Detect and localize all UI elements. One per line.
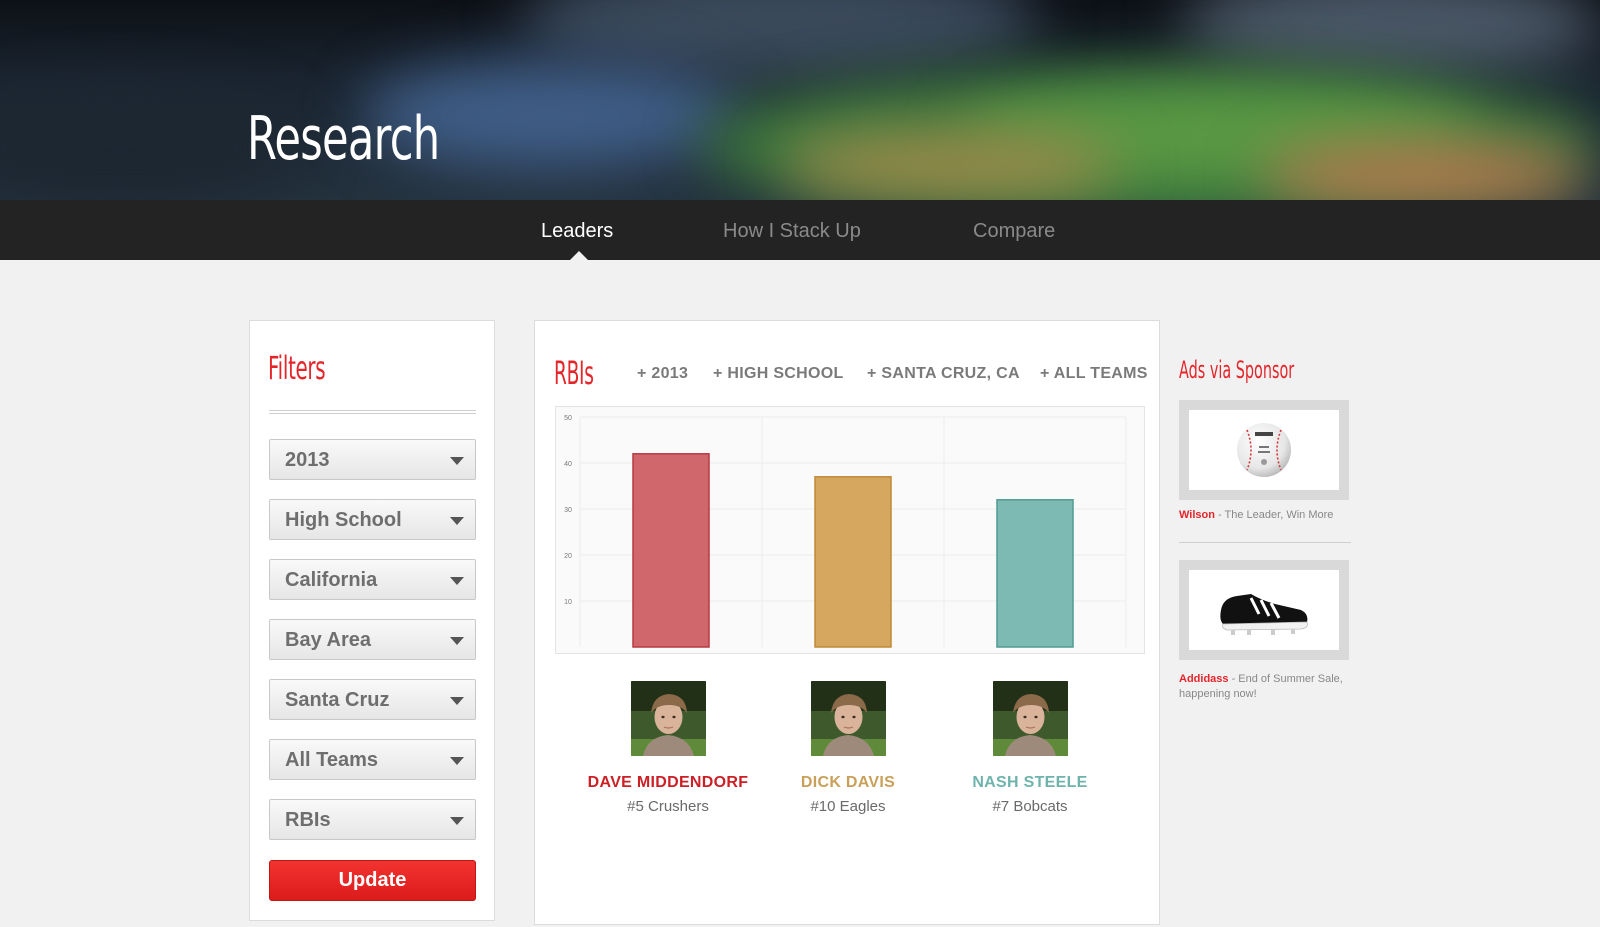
player-photo [810,681,886,756]
ad-wilson-caption[interactable]: Wilson - The Leader, Win More [1179,508,1351,523]
select-city-value: Santa Cruz [285,689,390,711]
select-stat-value: RBIs [285,809,331,831]
chevron-down-icon [450,637,464,645]
player-name[interactable]: NASH STEELE [930,774,1130,792]
player-card[interactable]: DICK DAVIS #10 Eagles [748,681,948,815]
chart-y-tick-label: 50 [564,415,572,422]
chevron-down-icon [450,517,464,525]
ad-addidass[interactable] [1179,560,1349,660]
ad-text: - The Leader, Win More [1214,509,1334,521]
cleat-icon [1220,594,1308,635]
select-team-value: All Teams [285,749,378,771]
select-region[interactable]: Bay Area [269,619,476,660]
chart-bar [996,499,1074,648]
player-team: #10 Eagles [810,798,886,815]
nav-bar: Leaders How I Stack Up Compare [0,200,1600,260]
rbi-chart-svg: 10 20 30 40 50 [564,415,1127,648]
tab-compare[interactable]: Compare [973,200,1055,260]
tag-year[interactable]: + 2013 [637,365,688,383]
player-team: #5 Crushers [627,798,709,815]
player-photo [630,681,706,756]
chevron-down-icon [450,817,464,825]
stat-title: RBIs [554,354,594,392]
baseball-icon [1237,423,1291,477]
player-team: #7 Bobcats [992,798,1068,815]
select-year[interactable]: 2013 [269,439,476,480]
hero-banner: Research [0,0,1600,200]
tab-how-i-stack-up[interactable]: How I Stack Up [723,200,861,260]
player-name[interactable]: DICK DAVIS [748,774,948,792]
ads-title: Ads via Sponsor [1179,356,1295,384]
chevron-down-icon [450,457,464,465]
select-level[interactable]: High School [269,499,476,540]
chart-y-tick-label: 20 [564,553,572,560]
chevron-down-icon [450,757,464,765]
filters-divider [269,410,476,414]
select-city[interactable]: Santa Cruz [269,679,476,720]
select-region-value: Bay Area [285,629,371,651]
chart-y-tick-label: 10 [564,599,572,606]
filters-title: Filters [268,349,326,387]
tag-location[interactable]: + SANTA CRUZ, CA [867,365,1020,383]
select-state[interactable]: California [269,559,476,600]
ad-wilson[interactable] [1179,400,1349,500]
rbi-chart: 10 20 30 40 50 [555,406,1145,654]
chart-bar [632,453,710,648]
tag-teams[interactable]: + ALL TEAMS [1040,365,1148,383]
tag-level[interactable]: + HIGH SCHOOL [713,365,844,383]
player-name[interactable]: DAVE MIDDENDORF [568,774,768,792]
chevron-down-icon [450,697,464,705]
ad-brand[interactable]: Wilson [1179,509,1215,521]
player-card[interactable]: NASH STEELE #7 Bobcats [930,681,1130,815]
update-button[interactable]: Update [269,860,476,901]
chevron-down-icon [450,577,464,585]
select-stat[interactable]: RBIs [269,799,476,840]
chart-y-tick-label: 30 [564,507,572,514]
player-photo [992,681,1068,756]
leaders-panel: RBIs + 2013 + HIGH SCHOOL + SANTA CRUZ, … [534,320,1160,925]
chart-bar [814,476,892,648]
select-state-value: California [285,569,378,591]
select-year-value: 2013 [285,449,330,471]
player-card[interactable]: DAVE MIDDENDORF #5 Crushers [568,681,768,815]
active-tab-caret-icon [570,251,588,260]
ads-divider [1179,542,1351,543]
select-team[interactable]: All Teams [269,739,476,780]
select-level-value: High School [285,509,402,531]
ad-addidass-caption[interactable]: Addidass - End of Summer Sale, happening… [1179,672,1351,702]
chart-y-tick-label: 40 [564,461,572,468]
filters-panel: Filters 2013 High School California Bay … [249,320,495,921]
page-title: Research [247,104,440,174]
ad-brand[interactable]: Addidass [1179,673,1229,685]
